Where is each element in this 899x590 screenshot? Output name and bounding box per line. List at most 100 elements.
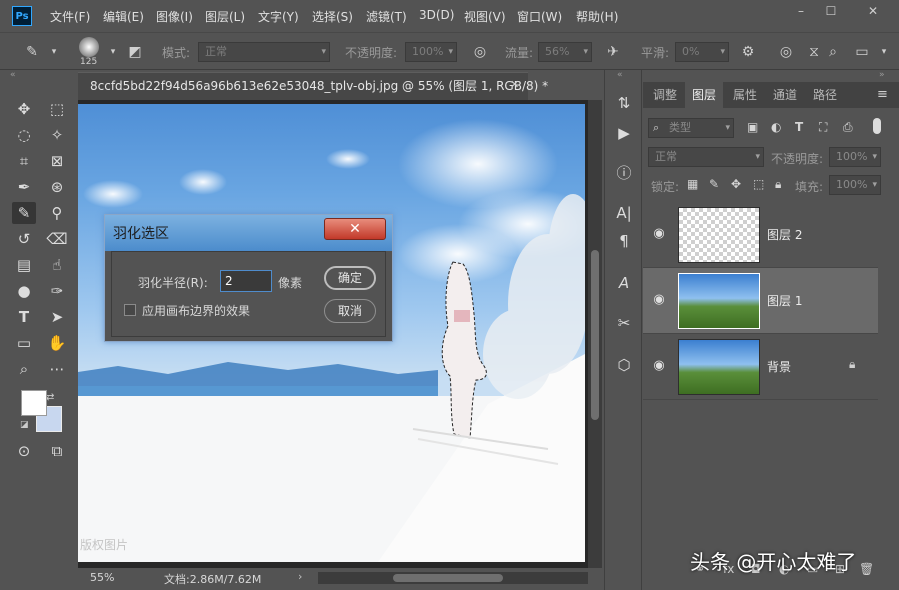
- chevron-down-icon[interactable]: ▾: [44, 42, 64, 62]
- chevron-down-icon[interactable]: ▾: [874, 42, 894, 62]
- layer-row-selected[interactable]: ◉ 图层 1: [643, 268, 878, 334]
- 3d-panel-icon[interactable]: ⬡: [613, 354, 635, 376]
- menu-3d[interactable]: 3D(D): [419, 8, 454, 22]
- layer-opacity-field[interactable]: 100% ▾: [829, 147, 881, 167]
- zoom-level[interactable]: 55%: [90, 571, 114, 584]
- brush-tool-icon[interactable]: ✎: [12, 202, 36, 224]
- blend-mode-select[interactable]: 正常 ▾: [648, 147, 764, 167]
- dialog-title-bar[interactable]: 羽化选区 ✕: [105, 215, 392, 251]
- tab-paths[interactable]: 路径: [807, 82, 843, 108]
- brush-preset-icon[interactable]: ✎: [22, 42, 42, 62]
- flow-field[interactable]: 56% ▾: [538, 42, 592, 62]
- eye-icon[interactable]: ◉: [651, 226, 667, 242]
- cancel-button[interactable]: 取消: [324, 299, 376, 323]
- filter-shape-icon[interactable]: ⛶: [819, 120, 827, 135]
- layer-row[interactable]: ◉ 图层 2: [643, 202, 878, 268]
- tab-properties[interactable]: 属性: [727, 82, 763, 108]
- menu-image[interactable]: 图像(I): [156, 8, 193, 25]
- default-colors-icon[interactable]: ◪: [20, 420, 29, 430]
- collapse-toolbar-icon[interactable]: «: [10, 70, 16, 80]
- menu-layer[interactable]: 图层(L): [205, 8, 245, 25]
- airbrush-icon[interactable]: ✈: [603, 42, 623, 62]
- brush-panel-icon[interactable]: ◩: [125, 42, 145, 62]
- more-tools-icon[interactable]: ⋯: [45, 358, 69, 380]
- collapse-dock-icon[interactable]: «: [617, 70, 623, 80]
- minimize-icon[interactable]: –: [790, 4, 812, 18]
- tool-presets-icon[interactable]: ✂: [613, 312, 635, 334]
- lock-all-icon[interactable]: 🔒︎: [775, 177, 781, 192]
- filter-pixel-icon[interactable]: ▣: [747, 120, 758, 134]
- maximize-icon[interactable]: ☐: [820, 4, 842, 18]
- close-tab-icon[interactable]: ✕: [510, 78, 519, 91]
- menu-help[interactable]: 帮助(H): [576, 8, 618, 25]
- menu-file[interactable]: 文件(F): [50, 8, 90, 25]
- menu-filter[interactable]: 滤镜(T): [366, 8, 407, 25]
- menu-type[interactable]: 文字(Y): [258, 8, 299, 25]
- close-window-icon[interactable]: ✕: [862, 4, 884, 18]
- vertical-scrollbar[interactable]: [588, 100, 602, 568]
- collapse-panel-icon[interactable]: »: [879, 70, 885, 80]
- fill-field[interactable]: 100% ▾: [829, 175, 881, 195]
- magic-wand-tool-icon[interactable]: ✧: [45, 124, 69, 146]
- horizontal-scroll-thumb[interactable]: [393, 574, 503, 582]
- pressure-opacity-icon[interactable]: ◎: [470, 42, 490, 62]
- mode-select[interactable]: 正常 ▾: [198, 42, 330, 62]
- layer-row[interactable]: ◉ 背景 🔒︎: [643, 334, 878, 400]
- eye-icon[interactable]: ◉: [651, 358, 667, 374]
- horizontal-scrollbar[interactable]: [318, 572, 588, 584]
- frame-tool-icon[interactable]: ⊠: [45, 150, 69, 172]
- feather-radius-input[interactable]: 2: [220, 270, 272, 292]
- vertical-scroll-thumb[interactable]: [591, 250, 599, 420]
- foreground-color-swatch[interactable]: [21, 390, 47, 416]
- opacity-field[interactable]: 100% ▾: [405, 42, 457, 62]
- crop-tool-icon[interactable]: ⌗: [12, 150, 36, 172]
- move-tool-icon[interactable]: ✥: [12, 98, 36, 120]
- rectangle-tool-icon[interactable]: ▭: [12, 332, 36, 354]
- quick-mask-icon[interactable]: ⊙: [12, 440, 36, 462]
- actions-panel-icon[interactable]: ▶: [613, 122, 635, 144]
- history-brush-icon[interactable]: ↺: [12, 228, 36, 250]
- eraser-tool-icon[interactable]: ⌫: [45, 228, 69, 250]
- apply-canvas-bounds-checkbox[interactable]: [124, 304, 136, 316]
- marquee-tool-icon[interactable]: ⬚: [45, 98, 69, 120]
- paragraph-panel-icon[interactable]: ¶: [613, 230, 635, 252]
- eye-icon[interactable]: ◉: [651, 292, 667, 308]
- symmetry-icon[interactable]: ⧖: [804, 42, 824, 62]
- status-menu-icon[interactable]: ›: [298, 570, 302, 583]
- panel-menu-icon[interactable]: ≡: [877, 87, 888, 102]
- path-select-icon[interactable]: ➤: [45, 306, 69, 328]
- gradient-tool-icon[interactable]: ▤: [12, 254, 36, 276]
- tab-channels[interactable]: 通道: [767, 82, 803, 108]
- search-icon[interactable]: ⌕: [823, 42, 843, 62]
- filter-smart-icon[interactable]: ⎙: [843, 120, 853, 135]
- pressure-size-icon[interactable]: ◎: [776, 42, 796, 62]
- type-tool-icon[interactable]: T: [12, 306, 36, 328]
- dialog-close-button[interactable]: ✕: [324, 218, 386, 240]
- lock-transparent-icon[interactable]: ▦: [687, 177, 698, 191]
- brush-tip-icon[interactable]: [79, 37, 99, 57]
- lock-pixels-icon[interactable]: ✎: [709, 177, 719, 191]
- tab-layers[interactable]: 图层: [685, 82, 723, 108]
- chevron-down-icon[interactable]: ▾: [103, 42, 123, 62]
- eyedropper-tool-icon[interactable]: ✒: [12, 176, 36, 198]
- filter-adjustment-icon[interactable]: ◐: [771, 120, 781, 134]
- menu-window[interactable]: 窗口(W): [517, 8, 562, 25]
- document-tab[interactable]: 8ccfd5bd22f94d56a96b613e62e53048_tplv-ob…: [78, 72, 548, 100]
- glyphs-panel-icon[interactable]: A: [613, 272, 635, 294]
- ps-logo[interactable]: Ps: [12, 6, 32, 26]
- smudge-tool-icon[interactable]: ☝: [45, 254, 69, 276]
- lock-position-icon[interactable]: ✥: [731, 177, 741, 191]
- character-panel-icon[interactable]: A|: [613, 202, 635, 224]
- menu-view[interactable]: 视图(V): [464, 8, 506, 25]
- menu-edit[interactable]: 编辑(E): [103, 8, 144, 25]
- pen-tool-icon[interactable]: ✑: [45, 280, 69, 302]
- tab-adjustments[interactable]: 调整: [647, 82, 683, 108]
- hand-tool-icon[interactable]: ✋: [45, 332, 69, 354]
- workspace-icon[interactable]: ▭: [852, 42, 872, 62]
- zoom-tool-icon[interactable]: ⌕: [12, 358, 36, 380]
- apply-canvas-bounds-label[interactable]: 应用画布边界的效果: [142, 302, 250, 319]
- delete-layer-icon[interactable]: 🗑︎: [859, 562, 874, 576]
- layer-filter-select[interactable]: ⌕ 类型 ▾: [648, 118, 734, 138]
- gear-icon[interactable]: ⚙: [738, 42, 758, 62]
- history-panel-icon[interactable]: ⇅: [613, 92, 635, 114]
